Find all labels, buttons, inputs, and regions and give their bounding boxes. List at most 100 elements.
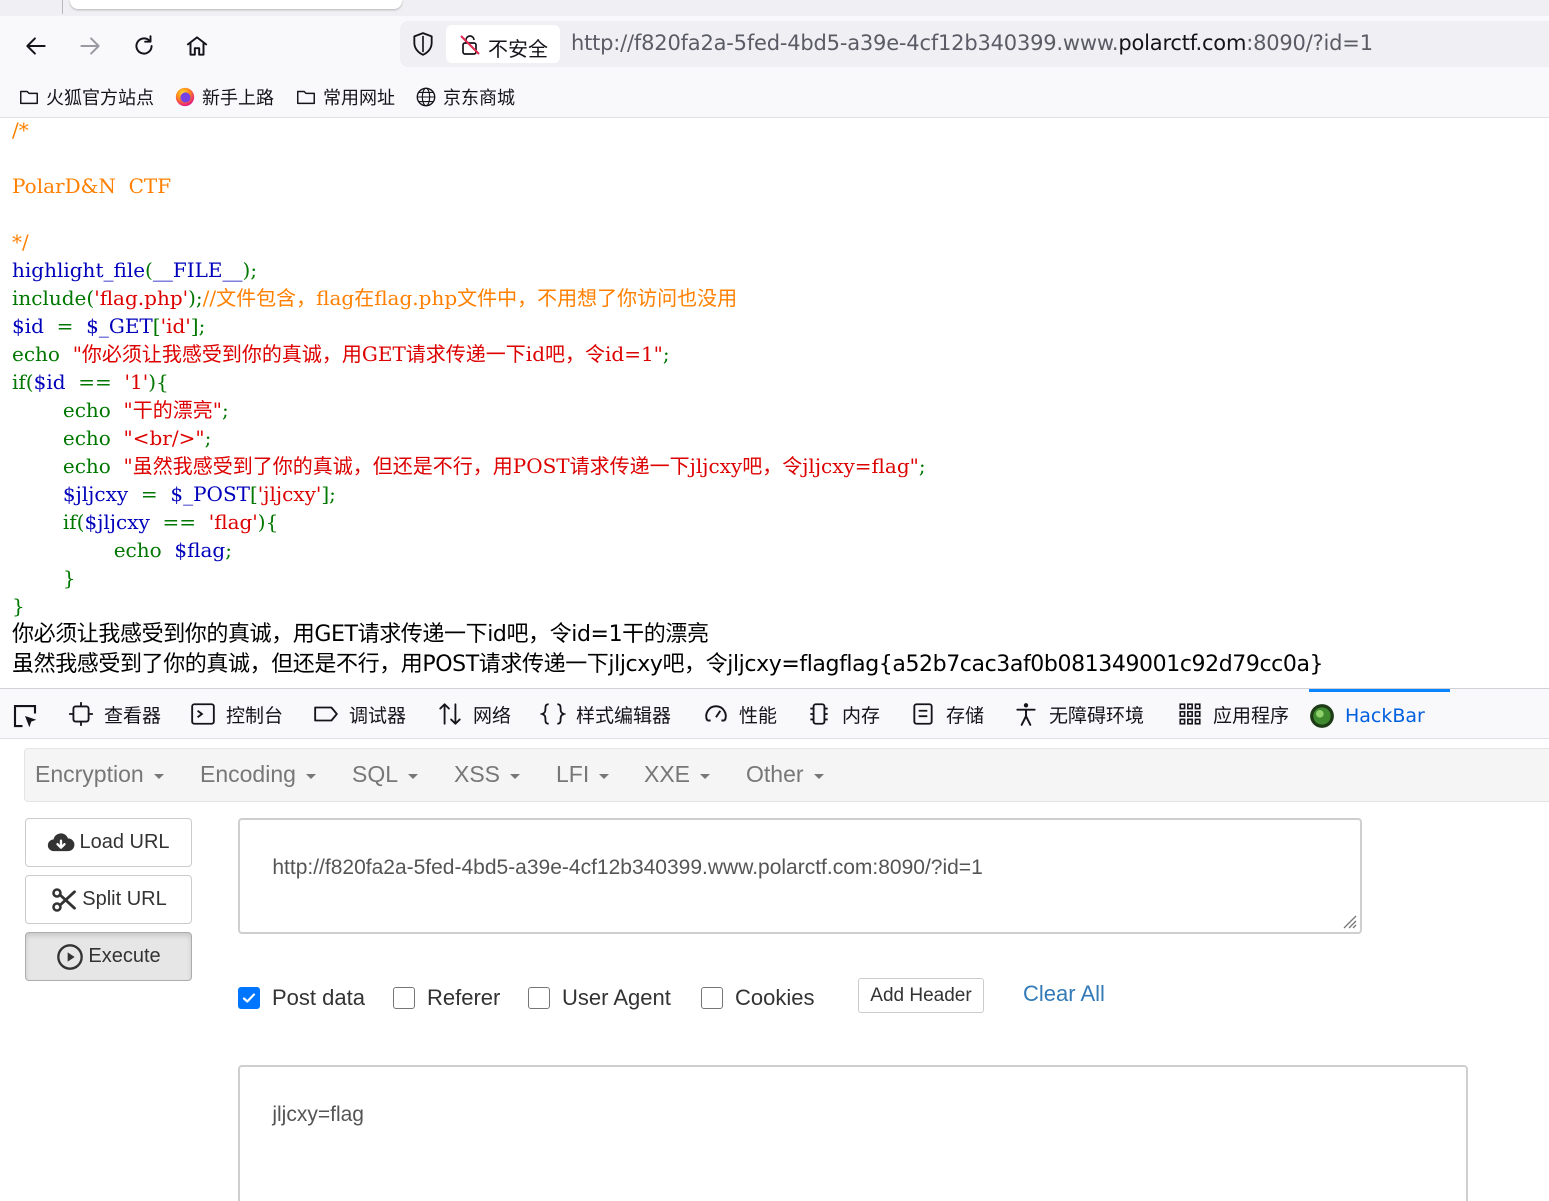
tab-console[interactable]: 控制台 <box>190 689 283 739</box>
url-textarea-value: http://f820fa2a-5fed-4bd5-a39e-4cf12b340… <box>272 856 983 879</box>
referer-checkbox[interactable]: Referer <box>393 985 500 1011</box>
tab-accessibility[interactable]: 无障碍环境 <box>1013 689 1144 739</box>
tab-debugger[interactable]: 调试器 <box>313 689 406 739</box>
insecure-label: 不安全 <box>488 37 548 61</box>
tab-storage[interactable]: 存储 <box>910 689 984 739</box>
output-line-2-with-flag: 虽然我感受到了你的真诚，但还是不行，用POST请求传递一下jljcxy吧，令jl… <box>12 652 1324 677</box>
post-data-label: Post data <box>272 985 365 1010</box>
code-token: $_GET <box>86 314 153 338</box>
cookies-label: Cookies <box>735 985 815 1010</box>
code-token: ; <box>918 454 926 478</box>
user-agent-label: User Agent <box>562 985 671 1010</box>
menu-other[interactable]: Other <box>746 761 824 788</box>
code-token: 'flag' <box>208 510 258 534</box>
clear-all-link[interactable]: Clear All <box>1023 981 1105 1007</box>
load-url-label: Load URL <box>79 831 170 853</box>
user-agent-checkbox[interactable]: User Agent <box>528 985 671 1011</box>
checkbox-checked[interactable] <box>238 987 260 1009</box>
active-tab[interactable] <box>70 0 402 9</box>
code-token: == <box>149 510 209 534</box>
folder-icon <box>20 90 38 105</box>
bookmark-common-sites[interactable]: 常用网址 <box>295 84 395 110</box>
tab-application[interactable]: 应用程序 <box>1177 689 1289 739</box>
style-editor-icon <box>540 703 566 725</box>
bookmark-getting-started[interactable]: 新手上路 <box>174 84 274 110</box>
caret-down-icon <box>813 773 824 779</box>
execute-label: Execute <box>88 945 161 967</box>
console-icon <box>191 703 215 725</box>
split-url-button[interactable]: Split URL <box>25 875 192 924</box>
split-url-label: Split URL <box>82 888 167 910</box>
tab-style-editor[interactable]: 样式编辑器 <box>540 689 671 739</box>
menu-xss[interactable]: XSS <box>454 761 521 788</box>
bookmark-jd[interactable]: 京东商城 <box>415 84 515 110</box>
checkbox-unchecked[interactable] <box>528 987 550 1009</box>
checkbox-unchecked[interactable] <box>701 987 723 1009</box>
add-header-button[interactable]: Add Header <box>858 978 984 1013</box>
network-icon <box>439 703 461 725</box>
code-token: "你必须让我感受到你的真诚，用GET请求传递一下id吧，令id=1" <box>72 342 663 366</box>
tab-label: 无障碍环境 <box>1049 704 1145 727</box>
bookmark-firefox-official[interactable]: 火狐官方站点 <box>18 84 154 110</box>
tab-inspector[interactable]: 查看器 <box>68 689 161 739</box>
code-token: echo <box>12 426 124 450</box>
tab-network[interactable]: 网络 <box>437 689 511 739</box>
code-token: "干的漂亮" <box>123 398 222 422</box>
tracking-protection-shield-icon[interactable] <box>410 31 436 57</box>
forward-button[interactable] <box>72 28 108 64</box>
forward-arrow-icon <box>80 37 100 55</box>
code-token: = <box>128 482 171 506</box>
devtools-tabbar: 查看器 控制台 调试器 网络 样式编辑器 性能 内存 存储 无障碍环境 应用程序… <box>0 689 1549 739</box>
site-security-indicator[interactable]: 不安全 <box>446 25 560 63</box>
resize-grip-icon[interactable] <box>1338 910 1358 930</box>
post-data-checkbox[interactable]: Post data <box>238 985 365 1011</box>
code-token: ]; <box>190 314 206 338</box>
php-source-code: /* PolarD&N CTF */ highlight_file(__FILE… <box>12 116 926 620</box>
code-token: if( <box>12 510 85 534</box>
application-icon <box>1179 703 1201 725</box>
bookmarks-toolbar: 火狐官方站点 新手上路 常用网址 京东商城 <box>0 76 1549 118</box>
code-token: $jljcxy <box>84 510 150 534</box>
cookies-checkbox[interactable]: Cookies <box>701 985 814 1011</box>
code-token: $jljcxy <box>12 482 129 506</box>
post-data-textarea[interactable]: jljcxy=flag <box>238 1065 1468 1201</box>
tab-label: 样式编辑器 <box>576 704 672 727</box>
code-token: ; <box>221 398 229 422</box>
cloud-download-icon <box>48 832 75 851</box>
caret-down-icon <box>153 773 164 779</box>
code-token: ); <box>242 258 258 282</box>
code-token: ){ <box>148 370 169 394</box>
comment-title: PolarD&N CTF <box>12 174 172 198</box>
tab-separator <box>62 0 63 14</box>
checkbox-unchecked[interactable] <box>393 987 415 1009</box>
menu-lfi[interactable]: LFI <box>556 761 610 788</box>
menu-xxe[interactable]: XXE <box>644 761 711 788</box>
hackbar-menu: Encryption Encoding SQL XSS LFI XXE Othe… <box>24 748 1549 802</box>
code-token: if( <box>12 370 34 394</box>
reload-button[interactable] <box>126 28 162 64</box>
url-textarea[interactable]: http://f820fa2a-5fed-4bd5-a39e-4cf12b340… <box>238 818 1362 934</box>
menu-sql[interactable]: SQL <box>352 761 419 788</box>
tab-label: 性能 <box>739 704 778 727</box>
tab-label: 查看器 <box>104 704 162 727</box>
tab-label: 调试器 <box>349 704 407 727</box>
tab-memory[interactable]: 内存 <box>806 689 880 739</box>
caret-down-icon <box>700 773 711 779</box>
scissors-icon <box>52 887 77 912</box>
code-token: } <box>12 566 76 590</box>
menu-encryption[interactable]: Encryption <box>35 761 164 788</box>
home-button[interactable] <box>179 28 215 64</box>
address-bar[interactable]: 不安全 http://f820fa2a-5fed-4bd5-a39e-4cf12… <box>400 21 1549 67</box>
url-text[interactable]: http://f820fa2a-5fed-4bd5-a39e-4cf12b340… <box>571 31 1373 55</box>
load-url-button[interactable]: Load URL <box>25 818 192 867</box>
element-picker-icon[interactable] <box>10 701 40 731</box>
debugger-icon <box>314 706 338 722</box>
menu-encoding[interactable]: Encoding <box>200 761 316 788</box>
tab-performance[interactable]: 性能 <box>703 689 777 739</box>
execute-button[interactable]: Execute <box>25 932 192 981</box>
caret-down-icon <box>510 773 521 779</box>
code-token: [ <box>152 314 161 338</box>
back-button[interactable] <box>18 28 54 64</box>
tab-hackbar[interactable]: HackBar <box>1309 689 1450 739</box>
performance-icon <box>705 705 727 722</box>
